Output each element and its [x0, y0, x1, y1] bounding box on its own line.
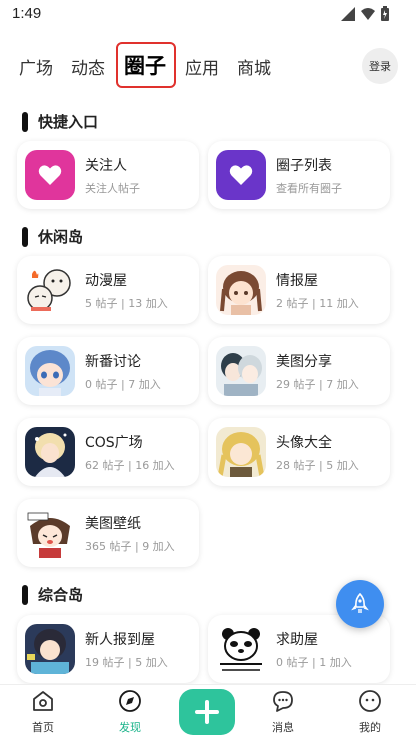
circle-card[interactable]: 美图壁纸 365 帖子 | 9 加入: [17, 499, 199, 567]
circle-name: 求助屋: [276, 632, 318, 648]
nav-messages[interactable]: 消息: [253, 689, 313, 735]
wifi-icon: [361, 8, 375, 20]
circle-avatar: [25, 427, 75, 477]
quick-entry-name: 圈子列表: [276, 158, 332, 174]
tab-square[interactable]: 广场: [19, 54, 53, 79]
circle-avatar: [216, 346, 266, 396]
circle-card[interactable]: 新番讨论 0 帖子 | 7 加入: [17, 337, 199, 405]
circle-card[interactable]: 新人报到屋 19 帖子 | 5 加入: [17, 615, 199, 683]
circle-name: 动漫屋: [85, 273, 127, 289]
circle-name: 情报屋: [276, 273, 318, 289]
login-button[interactable]: 登录: [362, 48, 398, 84]
nav-discover[interactable]: 发现: [100, 689, 160, 735]
circle-meta: 2 帖子 | 11 加入: [276, 297, 359, 310]
quick-entry-desc: 查看所有圈子: [276, 182, 342, 195]
nav-profile[interactable]: 我的: [340, 689, 400, 735]
home-icon: [33, 691, 53, 711]
top-tab-bar: 广场 动态 圈子 应用 商城 登录: [0, 40, 416, 92]
nav-messages-label: 消息: [272, 721, 294, 734]
circle-name: 头像大全: [276, 435, 332, 451]
tab-circles[interactable]: 圈子: [124, 50, 166, 80]
circle-avatar: [25, 624, 75, 674]
circle-name: 新人报到屋: [85, 632, 155, 648]
circle-name: 新番讨论: [85, 354, 141, 370]
status-icons: [340, 6, 390, 22]
rocket-icon: [351, 593, 369, 613]
nav-home[interactable]: 首页: [13, 689, 73, 735]
circle-meta: 62 帖子 | 16 加入: [85, 459, 175, 472]
circle-avatar: [216, 624, 266, 674]
circle-meta: 0 帖子 | 7 加入: [85, 378, 161, 391]
circle-avatar: [216, 427, 266, 477]
circle-meta: 5 帖子 | 13 加入: [85, 297, 168, 310]
nav-profile-label: 我的: [359, 721, 381, 734]
quick-entry-name: 关注人: [85, 158, 127, 174]
circle-meta: 28 帖子 | 5 加入: [276, 459, 359, 472]
circle-meta: 0 帖子 | 1 加入: [276, 656, 352, 669]
circle-avatar: [25, 265, 75, 315]
scroll-top-button[interactable]: [336, 580, 384, 628]
tab-mall[interactable]: 商城: [237, 54, 271, 79]
circle-card[interactable]: 美图分享 29 帖子 | 7 加入: [208, 337, 390, 405]
section-marker: [22, 226, 28, 247]
section-title-general: 综合岛: [22, 584, 83, 605]
circle-name: 美图壁纸: [85, 516, 141, 532]
circle-name: COS广场: [85, 435, 143, 451]
circle-card[interactable]: COS广场 62 帖子 | 16 加入: [17, 418, 199, 486]
battery-icon: [381, 6, 389, 21]
circle-meta: 365 帖子 | 9 加入: [85, 540, 175, 553]
compass-icon: [119, 690, 141, 712]
heart-icon: [25, 150, 75, 200]
section-marker: [22, 111, 28, 132]
tab-feed[interactable]: 动态: [71, 54, 105, 79]
status-bar: 1:49: [0, 0, 416, 30]
section-marker: [22, 584, 28, 605]
quick-entry-following[interactable]: 关注人 关注人帖子: [17, 141, 199, 209]
circle-meta: 19 帖子 | 5 加入: [85, 656, 168, 669]
nav-discover-label: 发现: [119, 721, 141, 734]
circle-avatar: [25, 508, 75, 558]
bottom-nav: 首页 发现 消息 我的: [0, 684, 416, 740]
section-title-quick: 快捷入口: [22, 111, 98, 132]
quick-entry-circle-list[interactable]: 圈子列表 查看所有圈子: [208, 141, 390, 209]
status-time: 1:49: [12, 5, 42, 22]
circle-card[interactable]: 情报屋 2 帖子 | 11 加入: [208, 256, 390, 324]
circle-avatar: [25, 346, 75, 396]
create-post-button[interactable]: [179, 689, 235, 735]
section-title-leisure: 休闲岛: [22, 226, 83, 247]
signal-icon: [341, 7, 355, 21]
tab-apps[interactable]: 应用: [185, 54, 219, 79]
heart-icon: [216, 150, 266, 200]
circle-card[interactable]: 头像大全 28 帖子 | 5 加入: [208, 418, 390, 486]
nav-home-label: 首页: [32, 721, 54, 734]
quick-entry-desc: 关注人帖子: [85, 182, 140, 195]
circle-card[interactable]: 动漫屋 5 帖子 | 13 加入: [17, 256, 199, 324]
message-icon: [273, 691, 293, 712]
circle-avatar: [216, 265, 266, 315]
circle-meta: 29 帖子 | 7 加入: [276, 378, 359, 391]
profile-icon: [359, 690, 381, 712]
circle-name: 美图分享: [276, 354, 332, 370]
plus-icon: [195, 700, 219, 724]
